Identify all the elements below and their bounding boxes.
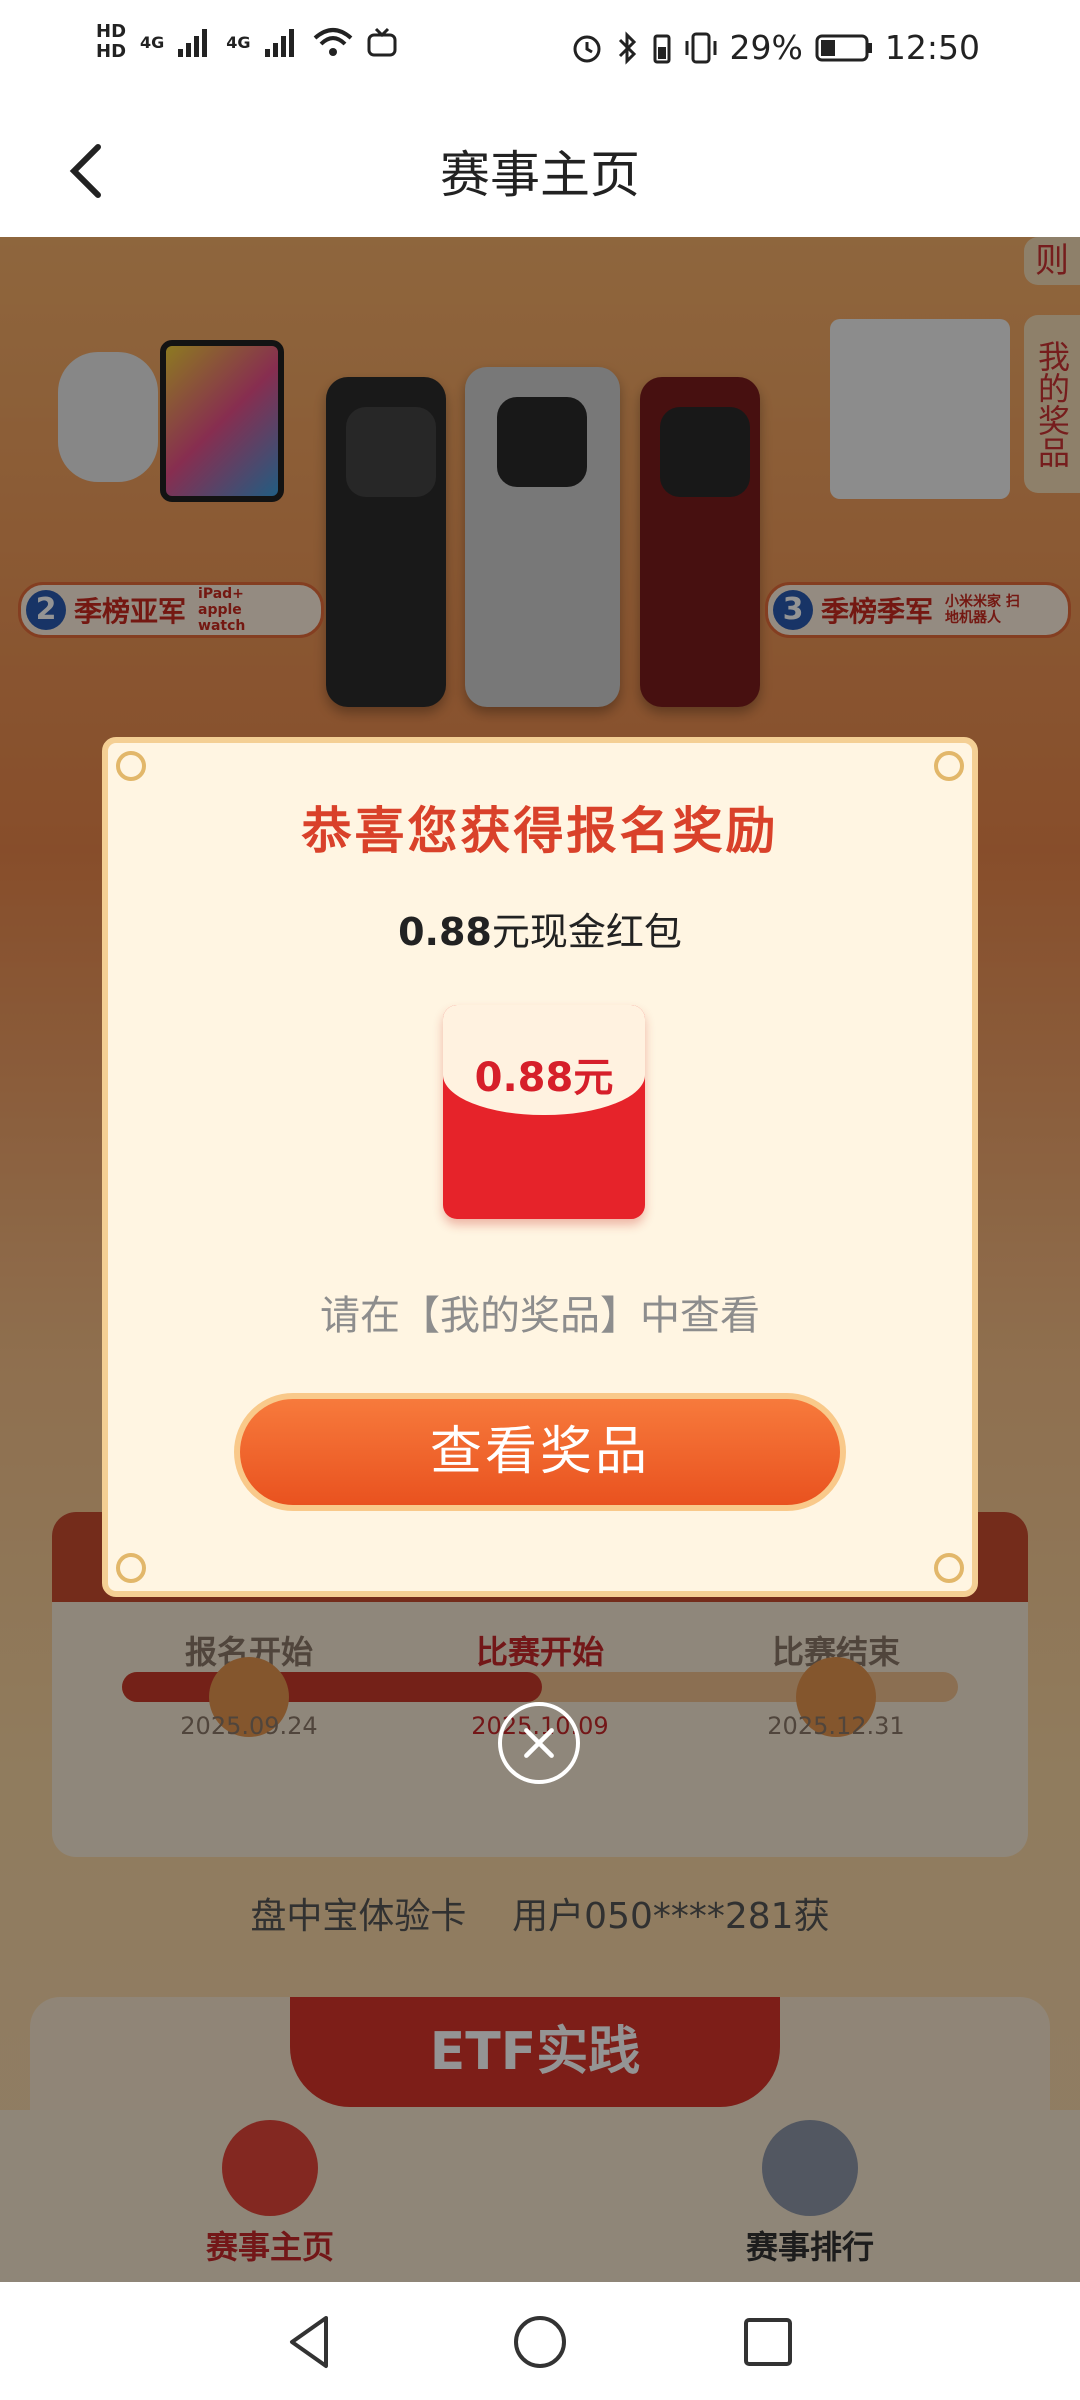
dialog-hint: 请在【我的奖品】中查看 xyxy=(320,1293,760,1339)
system-nav-bar xyxy=(0,2282,1080,2400)
reward-description: 0.88元现金红包 xyxy=(398,910,682,954)
bluetooth-icon xyxy=(618,30,636,65)
envelope-amount: 0.88元 xyxy=(474,1055,614,1101)
wifi-icon xyxy=(313,28,352,56)
battery-saver-icon xyxy=(653,34,671,63)
corner-ornament xyxy=(934,751,964,781)
corner-ornament xyxy=(116,1553,146,1583)
nav-back-icon[interactable] xyxy=(280,2312,340,2372)
clock: 12:50 xyxy=(884,28,980,67)
dialog-title: 恭喜您获得报名奖励 xyxy=(301,802,779,860)
alarm-icon xyxy=(573,35,601,62)
vibrate-icon xyxy=(685,32,717,63)
view-prize-button[interactable]: 查看奖品 xyxy=(234,1393,846,1511)
nav-home-icon[interactable] xyxy=(510,2312,570,2372)
page-title: 赛事主页 xyxy=(440,146,640,204)
battery-percent: 29% xyxy=(729,28,803,67)
corner-ornament xyxy=(116,751,146,781)
app-header: 赛事主页 xyxy=(0,105,1080,237)
battery-icon xyxy=(815,34,872,61)
signal-icon xyxy=(178,29,208,57)
network-type-2: 4G xyxy=(226,32,251,52)
tv-icon xyxy=(367,27,397,57)
nav-recents-icon[interactable] xyxy=(738,2312,798,2372)
status-bar: HD HD 4G 4G 29% 12:50 xyxy=(0,0,1080,105)
hd-indicator: HD HD xyxy=(96,21,127,62)
close-icon[interactable] xyxy=(498,1702,580,1784)
corner-ornament xyxy=(934,1553,964,1583)
red-envelope-icon: 0.88元 xyxy=(443,1005,645,1219)
reward-dialog: 恭喜您获得报名奖励 0.88元现金红包 0.88元 请在【我的奖品】中查看 查看… xyxy=(102,737,978,1597)
network-type-1: 4G xyxy=(140,32,165,52)
signal-icon xyxy=(264,29,294,57)
